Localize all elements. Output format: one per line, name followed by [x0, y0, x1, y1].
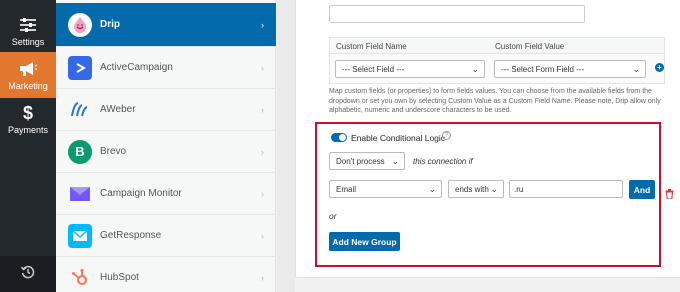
chevron-down-icon: ⌄ — [428, 184, 436, 194]
add-custom-field-icon[interactable]: + — [655, 63, 664, 72]
add-new-group-button[interactable]: Add New Group — [329, 232, 400, 251]
campaign-monitor-logo-icon — [68, 182, 92, 206]
process-action-value: Don't process — [336, 156, 385, 166]
custom-fields-row: --- Select Field --- ⌄ --- Select Form F… — [329, 54, 665, 84]
provider-name: AWeber — [100, 104, 136, 115]
trash-icon[interactable] — [665, 186, 674, 204]
rail-item-payments[interactable]: $ Payments — [0, 96, 56, 142]
custom-fields-header: Custom Field Name Custom Field Value — [329, 37, 665, 54]
aweber-logo-icon — [68, 98, 92, 122]
chevron-right-icon: › — [261, 188, 264, 199]
and-button[interactable]: And — [629, 180, 655, 199]
rail-item-settings[interactable]: Settings — [0, 8, 56, 54]
chevron-right-icon: › — [261, 19, 264, 30]
admin-rail: Settings Marketing $ Payments — [0, 0, 56, 292]
getresponse-logo-icon — [68, 223, 92, 248]
provider-item-getresponse[interactable]: GetResponse › — [56, 215, 276, 257]
drip-logo-icon — [68, 12, 92, 37]
activecampaign-logo-icon — [68, 55, 92, 80]
provider-item-activecampaign[interactable]: ActiveCampaign › — [56, 47, 276, 89]
conditional-logic-label: Enable Conditional Logic — [351, 133, 446, 143]
chevron-right-icon: › — [261, 146, 264, 157]
hubspot-logo-icon — [68, 266, 92, 290]
condition-operator-value: ends with — [455, 184, 489, 194]
custom-fields-help-text: Map custom fields (or properties) to for… — [329, 88, 661, 114]
conditional-logic-section: Enable Conditional Logic ? Don't process… — [315, 122, 674, 267]
process-action-select[interactable]: Don't process ⌄ — [329, 152, 405, 170]
rail-item-marketing[interactable]: Marketing — [0, 52, 56, 98]
provider-name: Drip — [100, 19, 120, 30]
or-label: or — [329, 211, 337, 221]
provider-name: ActiveCampaign — [100, 62, 173, 73]
rail-item-label: Settings — [11, 37, 45, 47]
drip-settings-panel: Custom Field Name Custom Field Value ---… — [295, 0, 680, 278]
form-field-select[interactable]: --- Select Form Field --- ⌄ — [494, 60, 646, 78]
chevron-down-icon: ⌄ — [391, 156, 399, 166]
chevron-down-icon: ⌄ — [471, 64, 479, 74]
condition-value-text: .ru — [514, 184, 524, 194]
condition-operator-select[interactable]: ends with ⌄ — [448, 180, 504, 198]
condition-value-input[interactable]: .ru — [509, 180, 623, 198]
history-icon — [20, 265, 35, 284]
chevron-right-icon: › — [261, 62, 264, 73]
provider-item-campaign-monitor[interactable]: Campaign Monitor › — [56, 173, 276, 215]
provider-item-aweber[interactable]: AWeber › — [56, 89, 276, 131]
provider-name: HubSpot — [100, 272, 139, 283]
chevron-right-icon: › — [261, 230, 264, 241]
panel-gutter — [277, 0, 295, 292]
provider-name: Brevo — [100, 146, 127, 157]
condition-field-value: Email — [336, 184, 357, 194]
sliders-icon — [19, 15, 37, 35]
text-input[interactable] — [329, 5, 585, 23]
provider-name: Campaign Monitor — [100, 188, 182, 199]
conditional-logic-toggle[interactable] — [331, 133, 347, 142]
help-icon[interactable]: ? — [442, 131, 451, 140]
custom-field-select-value: --- Select Field --- — [342, 64, 405, 74]
provider-item-brevo[interactable]: B Brevo › — [56, 131, 276, 173]
chevron-right-icon: › — [261, 104, 264, 115]
condition-suffix-text: this connection if — [413, 157, 473, 166]
chevron-right-icon: › — [261, 272, 264, 283]
custom-field-name-header: Custom Field Name — [336, 42, 407, 51]
provider-name: GetResponse — [100, 230, 162, 241]
chevron-down-icon: ⌄ — [490, 184, 498, 194]
chevron-down-icon: ⌄ — [632, 64, 640, 74]
provider-list: Drip › ActiveCampaign › AWeber › B Brevo… — [56, 0, 276, 292]
form-field-select-value: --- Select Form Field --- — [501, 64, 585, 74]
history-button[interactable] — [0, 256, 56, 292]
megaphone-icon — [18, 59, 38, 79]
condition-field-select[interactable]: Email ⌄ — [329, 180, 442, 198]
rail-item-label: Payments — [7, 125, 49, 135]
brevo-logo-icon: B — [68, 139, 92, 164]
custom-field-value-header: Custom Field Value — [495, 42, 565, 51]
custom-field-select[interactable]: --- Select Field --- ⌄ — [335, 60, 485, 78]
dollar-icon: $ — [22, 102, 33, 123]
provider-item-hubspot[interactable]: HubSpot › — [56, 257, 276, 292]
provider-item-drip[interactable]: Drip › — [56, 3, 276, 47]
rail-item-label: Marketing — [8, 81, 48, 91]
